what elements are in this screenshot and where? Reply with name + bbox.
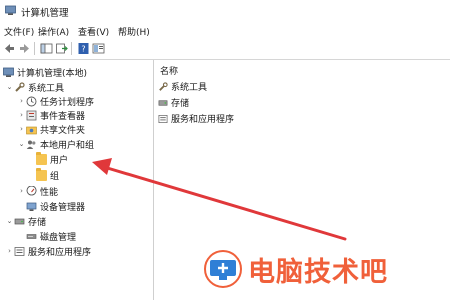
performance-icon xyxy=(26,185,37,195)
show-hide-tree-icon[interactable] xyxy=(40,42,53,55)
list-item-storage[interactable]: 存储 xyxy=(158,96,189,109)
export-list-icon[interactable] xyxy=(55,42,68,55)
help-icon[interactable]: ? xyxy=(77,42,90,55)
tree-item-groups[interactable]: 组 xyxy=(36,167,60,182)
folder-icon xyxy=(36,167,47,181)
disk-icon xyxy=(26,233,37,239)
list-item-system-tools[interactable]: 系统工具 xyxy=(158,80,207,93)
menu-help[interactable]: 帮助(H) xyxy=(118,25,150,38)
tree-item-users[interactable]: 用户 xyxy=(36,151,69,166)
services-icon xyxy=(14,246,25,256)
users-icon xyxy=(26,140,36,149)
event-viewer-icon xyxy=(26,110,37,120)
tree-label: 事件查看器 xyxy=(40,111,86,122)
watermark: 电脑技术吧 xyxy=(203,248,450,290)
chevron-down-icon[interactable]: ⌄ xyxy=(17,140,26,148)
tree-label: 磁盘管理 xyxy=(40,232,77,243)
chevron-right-icon[interactable]: › xyxy=(5,247,14,255)
list-item-label: 服务和应用程序 xyxy=(171,115,235,125)
tree-label: 本地用户和组 xyxy=(40,140,95,151)
menu-action[interactable]: 操作(A) xyxy=(38,25,69,38)
tree-item-storage[interactable]: ⌄ 存储 xyxy=(5,214,46,228)
tree-label: 存储 xyxy=(28,217,47,228)
tree-root-computer-management[interactable]: 计算机管理(本地) xyxy=(3,65,87,79)
services-icon xyxy=(158,114,168,123)
device-manager-icon xyxy=(26,202,37,211)
navigation-tree: 计算机管理(本地) ⌄ 系统工具 › 任务计划程序 › 事件查看器 › 共享文件… xyxy=(0,60,154,300)
tools-icon xyxy=(15,81,25,92)
tree-item-event-viewer[interactable]: › 事件查看器 xyxy=(17,108,85,122)
back-arrow-icon[interactable] xyxy=(3,42,16,55)
computer-management-icon xyxy=(5,5,16,15)
storage-icon xyxy=(14,218,25,224)
chevron-right-icon[interactable]: › xyxy=(17,97,26,105)
tree-label: 计算机管理(本地) xyxy=(17,68,88,79)
chevron-down-icon[interactable]: ⌄ xyxy=(5,83,14,91)
toolbar: ? xyxy=(0,39,450,60)
chevron-down-icon[interactable]: ⌄ xyxy=(5,217,14,225)
computer-plus-logo xyxy=(204,250,242,288)
tools-icon xyxy=(159,81,168,91)
tree-item-local-users-groups[interactable]: ⌄ 本地用户和组 xyxy=(17,137,94,151)
tree-label: 组 xyxy=(50,171,60,182)
list-item-label: 存储 xyxy=(171,99,190,109)
tree-item-shared-folders[interactable]: › 共享文件夹 xyxy=(17,122,85,136)
tree-item-system-tools[interactable]: ⌄ 系统工具 xyxy=(5,80,64,94)
watermark-text: 电脑技术吧 xyxy=(248,256,388,288)
menu-view[interactable]: 查看(V) xyxy=(78,25,109,38)
tree-label: 共享文件夹 xyxy=(40,125,86,136)
storage-icon xyxy=(158,99,168,106)
folder-icon xyxy=(36,151,47,165)
properties-icon[interactable] xyxy=(92,42,105,55)
tree-label: 系统工具 xyxy=(28,83,65,94)
tree-label: 服务和应用程序 xyxy=(28,247,92,258)
menu-file[interactable]: 文件(F) xyxy=(4,25,34,38)
forward-arrow-icon[interactable] xyxy=(18,42,31,55)
column-header-name[interactable]: 名称 xyxy=(160,64,178,77)
tree-label: 性能 xyxy=(40,187,59,198)
tree-label: 设备管理器 xyxy=(40,202,86,213)
tree-item-task-scheduler[interactable]: › 任务计划程序 xyxy=(17,94,94,108)
tree-item-services-apps[interactable]: › 服务和应用程序 xyxy=(5,244,91,258)
chevron-right-icon[interactable]: › xyxy=(17,111,26,119)
tree-label: 用户 xyxy=(50,155,69,166)
window-title: 计算机管理 xyxy=(21,8,69,19)
shared-folder-icon xyxy=(26,126,37,134)
tree-item-disk-management[interactable]: 磁盘管理 xyxy=(26,229,76,243)
tree-item-performance[interactable]: › 性能 xyxy=(17,184,58,198)
computer-management-icon xyxy=(3,67,14,77)
title-bar: 计算机管理 xyxy=(0,0,450,22)
tree-label: 任务计划程序 xyxy=(40,97,95,108)
list-item-label: 系统工具 xyxy=(171,83,208,93)
chevron-right-icon[interactable]: › xyxy=(17,125,26,133)
svg-text:?: ? xyxy=(81,45,85,54)
chevron-right-icon[interactable]: › xyxy=(17,187,26,195)
menu-bar: 文件(F) 操作(A) 查看(V) 帮助(H) xyxy=(0,23,450,39)
list-item-services-apps[interactable]: 服务和应用程序 xyxy=(158,112,234,125)
tree-item-device-manager[interactable]: 设备管理器 xyxy=(26,199,85,213)
clock-icon xyxy=(26,96,37,106)
